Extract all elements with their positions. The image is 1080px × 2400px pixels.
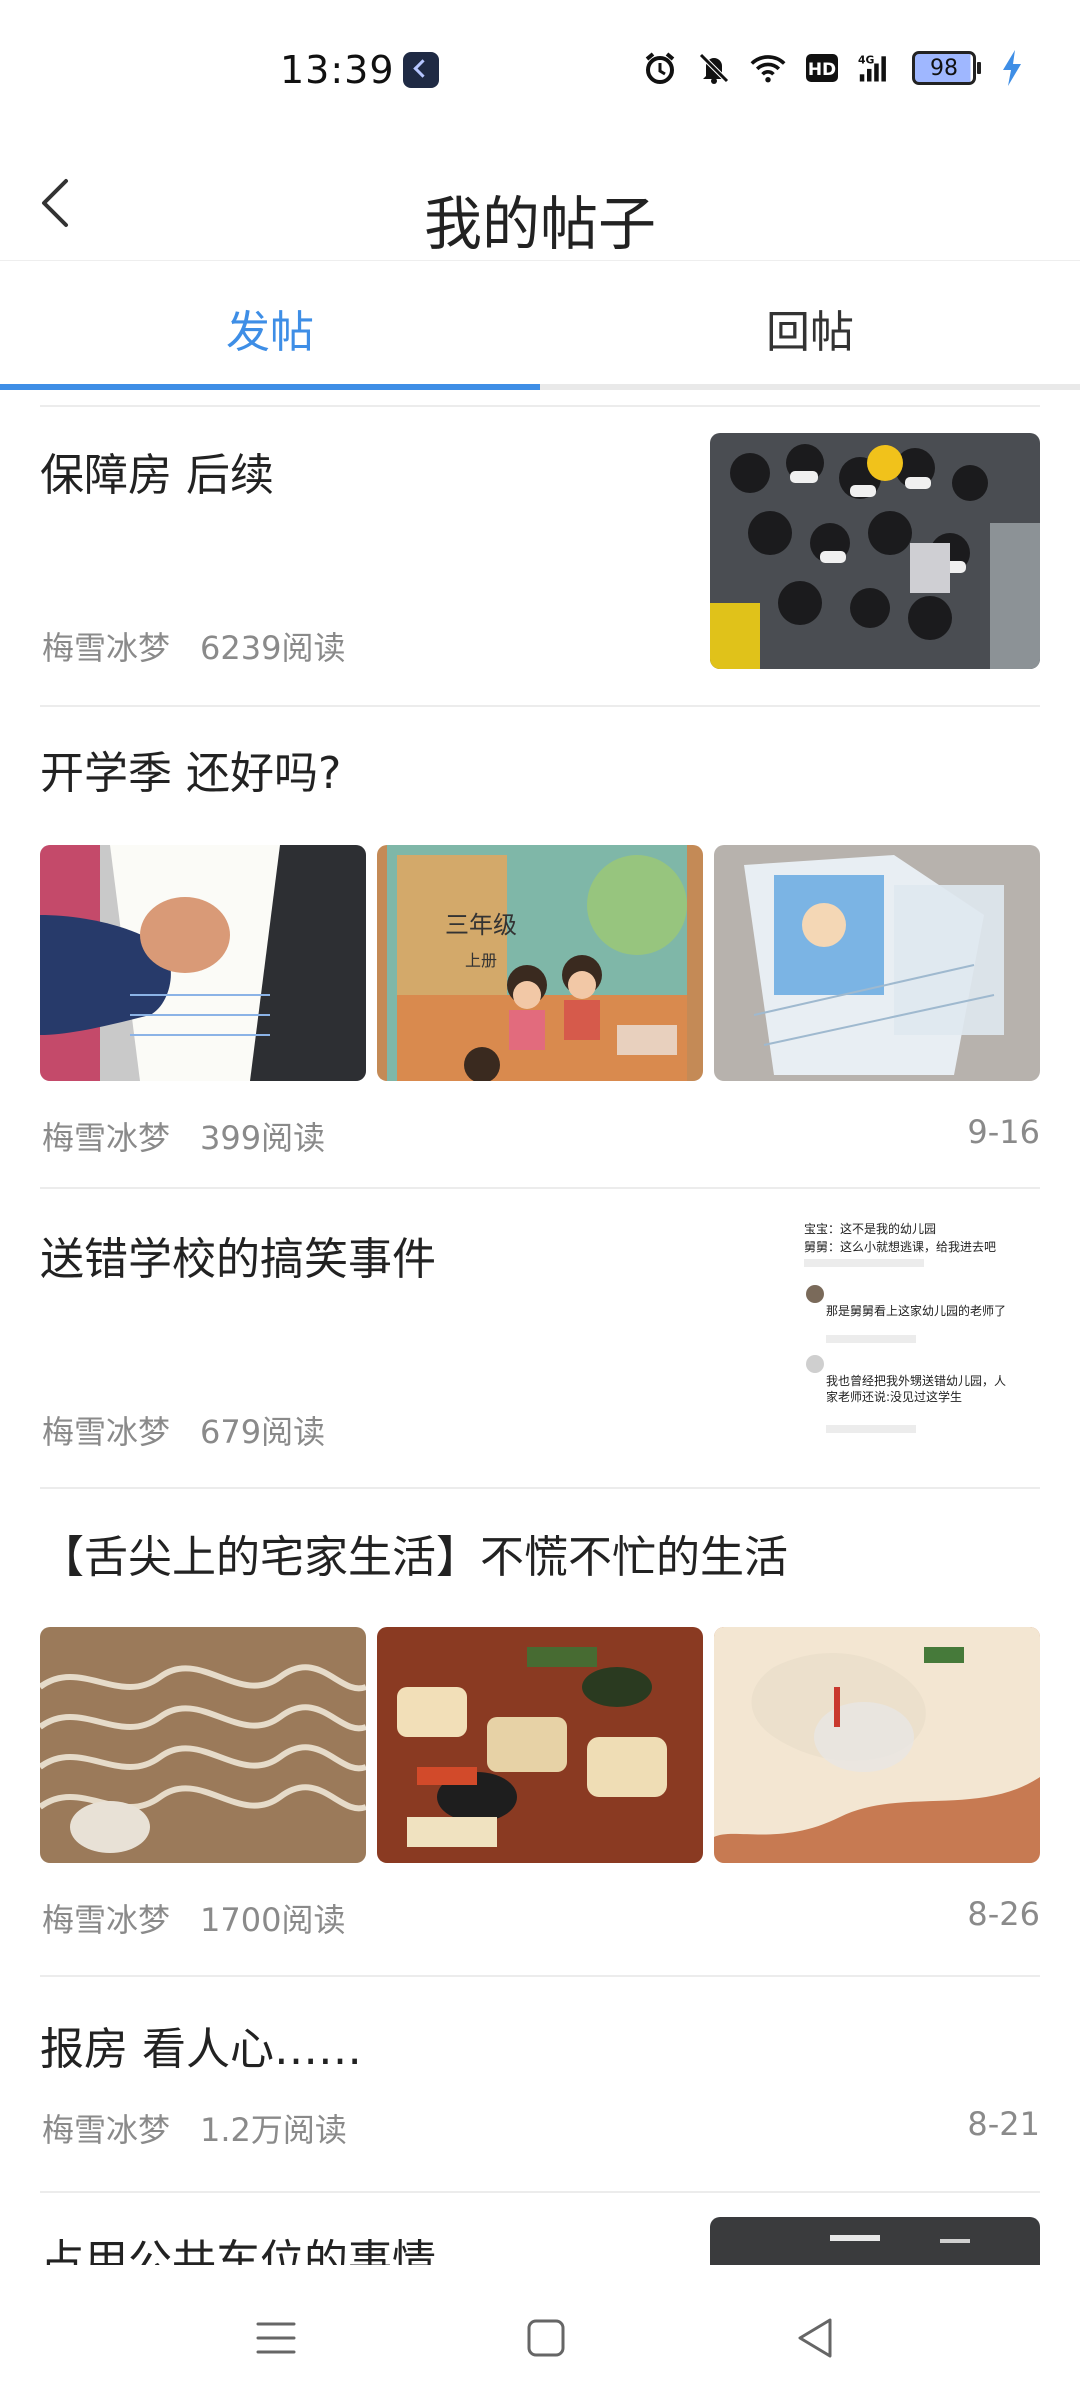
hd-icon: HD xyxy=(804,50,840,86)
post-item[interactable]: 保障房 后续 梅雪冰梦 6239阅读 xyxy=(40,405,1040,705)
textbook-grade-label: 三年级 xyxy=(445,911,517,939)
app-notification-icon xyxy=(403,52,439,88)
post-image-textbook[interactable]: 三年级 上册 xyxy=(377,845,703,1081)
mute-icon xyxy=(696,50,732,86)
post-meta: 梅雪冰梦 399阅读 xyxy=(42,1113,325,1159)
alarm-icon xyxy=(642,50,678,86)
post-date: 8-26 xyxy=(967,1895,1040,1933)
comment-line: 宝宝：这不是我的幼儿园 xyxy=(804,1222,937,1236)
comment-meta-line xyxy=(826,1335,916,1343)
home-icon[interactable] xyxy=(516,2308,576,2368)
system-nav-bar xyxy=(0,2270,1080,2400)
comment-line: 舅舅：这么小就想逃课，给我进去吧 xyxy=(804,1240,997,1254)
charging-icon xyxy=(994,50,1030,86)
post-meta: 梅雪冰梦 1700阅读 xyxy=(42,1895,345,1941)
post-image-homework[interactable] xyxy=(40,845,366,1081)
post-thumbnail-crowd[interactable] xyxy=(710,433,1040,669)
post-image-school-supplies[interactable] xyxy=(714,845,1040,1081)
post-list: 保障房 后续 梅雪冰梦 6239阅读 开学季 还好吗? 三年级 上册 梅雪冰梦 … xyxy=(40,405,1040,2265)
post-author: 梅雪冰梦 xyxy=(42,629,171,667)
post-reads: 679阅读 xyxy=(200,1413,326,1451)
status-time: 13:39 xyxy=(280,48,395,92)
post-item[interactable]: 占用公共车位的事情 xyxy=(40,2191,1040,2265)
post-meta: 梅雪冰梦 679阅读 xyxy=(42,1407,325,1453)
post-title: 报房 看人心…… xyxy=(40,2024,362,2075)
post-reads: 1700阅读 xyxy=(200,1901,346,1939)
post-meta: 梅雪冰梦 6239阅读 xyxy=(42,623,345,669)
4g-signal-icon: 4G xyxy=(858,50,894,86)
post-reads: 6239阅读 xyxy=(200,629,346,667)
post-image-hotpot[interactable] xyxy=(377,1627,703,1863)
post-title: 【舌尖上的宅家生活】不慌不忙的生活 xyxy=(40,1532,788,1583)
tab-replies[interactable]: 回帖 xyxy=(540,296,1080,360)
post-author: 梅雪冰梦 xyxy=(42,1901,171,1939)
post-reads: 1.2万阅读 xyxy=(200,2111,347,2149)
post-item[interactable]: 送错学校的搞笑事件 梅雪冰梦 679阅读 宝宝：这不是我的幼儿园 舅舅：这么小就想… xyxy=(40,1187,1040,1487)
post-author: 梅雪冰梦 xyxy=(42,2111,171,2149)
active-tab-indicator xyxy=(0,384,540,390)
battery-level: 98 xyxy=(930,55,958,81)
tab-bar: 发帖 回帖 xyxy=(0,260,1080,390)
svg-text:HD: HD xyxy=(808,60,836,80)
post-title: 保障房 后续 xyxy=(40,450,274,501)
post-item[interactable]: 【舌尖上的宅家生活】不慌不忙的生活 梅雪冰梦 1700阅读 8-26 xyxy=(40,1487,1040,1975)
comment-meta-line xyxy=(804,1259,924,1267)
post-thumbnail-comment-screenshot[interactable]: 宝宝：这不是我的幼儿园 舅舅：这么小就想逃课，给我进去吧 那是舅舅看上这家幼儿园… xyxy=(710,1211,1040,1447)
post-author: 梅雪冰梦 xyxy=(42,1119,171,1157)
svg-text:4G: 4G xyxy=(858,54,875,67)
post-meta: 梅雪冰梦 1.2万阅读 xyxy=(42,2105,347,2151)
textbook-volume-label: 上册 xyxy=(465,951,498,970)
header: 我的帖子 xyxy=(0,145,1080,261)
status-bar: 13:39 HD 4G 98 xyxy=(0,0,1080,145)
post-author: 梅雪冰梦 xyxy=(42,1413,171,1451)
post-thumbnail-parking[interactable] xyxy=(710,2217,1040,2265)
tab-posts[interactable]: 发帖 xyxy=(0,296,540,360)
commenter-avatar xyxy=(806,1355,824,1373)
post-title: 送错学校的搞笑事件 xyxy=(40,1234,436,1285)
post-title: 开学季 还好吗? xyxy=(40,748,342,799)
status-icons: HD 4G 98 xyxy=(642,50,1030,86)
post-title: 占用公共车位的事情 xyxy=(40,2236,436,2265)
post-item[interactable]: 开学季 还好吗? 三年级 上册 梅雪冰梦 399阅读 9-16 xyxy=(40,705,1040,1187)
commenter-avatar xyxy=(806,1285,824,1303)
post-image-noodle-soup[interactable] xyxy=(40,1627,366,1863)
page-title: 我的帖子 xyxy=(423,190,656,258)
post-item[interactable]: 报房 看人心…… 梅雪冰梦 1.2万阅读 8-21 xyxy=(40,1975,1040,2191)
back-triangle-icon[interactable] xyxy=(786,2308,846,2368)
battery-icon: 98 xyxy=(912,51,981,85)
comment-line: 我也曾经把我外甥送错幼儿园，人家老师还说:没见过这学生 xyxy=(826,1374,1007,1404)
post-reads: 399阅读 xyxy=(200,1119,326,1157)
comment-line: 那是舅舅看上这家幼儿园的老师了 xyxy=(826,1304,1007,1318)
wifi-icon xyxy=(750,50,786,86)
post-date: 8-21 xyxy=(967,2105,1040,2143)
comment-meta-line xyxy=(826,1425,916,1433)
post-date: 9-16 xyxy=(967,1113,1040,1151)
menu-icon[interactable] xyxy=(246,2308,306,2368)
post-image-dumplings[interactable] xyxy=(714,1627,1040,1863)
